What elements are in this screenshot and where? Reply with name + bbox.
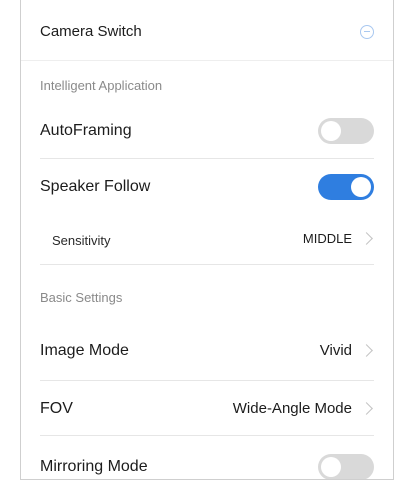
mirroring-mode-row: Mirroring Mode	[21, 446, 393, 479]
divider	[40, 435, 374, 436]
toggle-knob	[321, 457, 341, 477]
divider	[40, 158, 374, 159]
divider	[40, 380, 374, 381]
mirroring-mode-toggle[interactable]	[318, 454, 374, 479]
toggle-knob	[321, 121, 341, 141]
section-title-basic: Basic Settings	[40, 290, 123, 305]
chevron-right-icon	[360, 232, 373, 245]
settings-panel: Camera Switch Intelligent Application Au…	[20, 0, 394, 480]
sensitivity-value: MIDDLE	[302, 231, 352, 246]
camera-switch-row[interactable]: Camera Switch	[21, 14, 393, 48]
image-mode-label: Image Mode	[40, 342, 129, 359]
speaker-follow-row: Speaker Follow	[21, 168, 393, 208]
section-title-intelligent: Intelligent Application	[40, 78, 163, 93]
mirroring-mode-label: Mirroring Mode	[40, 458, 148, 475]
sensitivity-label: Sensitivity	[52, 233, 111, 248]
divider	[40, 264, 374, 265]
chevron-right-icon	[360, 344, 373, 357]
minus-circle-icon[interactable]	[360, 25, 374, 39]
autoframing-label: AutoFraming	[40, 122, 132, 139]
autoframing-row: AutoFraming	[21, 112, 393, 152]
sensitivity-value-group: MIDDLE	[303, 231, 374, 246]
autoframing-toggle[interactable]	[318, 118, 374, 144]
fov-row[interactable]: FOV Wide-Angle Mode	[21, 386, 393, 430]
image-mode-row[interactable]: Image Mode Vivid	[21, 330, 393, 370]
camera-switch-label: Camera Switch	[40, 23, 142, 40]
sensitivity-row[interactable]: Sensitivity MIDDLE	[21, 222, 393, 258]
image-mode-value-group: Vivid	[320, 342, 374, 359]
fov-label: FOV	[40, 400, 73, 417]
speaker-follow-label: Speaker Follow	[40, 178, 151, 195]
fov-value: Wide-Angle Mode	[232, 400, 352, 417]
toggle-knob	[351, 177, 371, 197]
speaker-follow-toggle[interactable]	[318, 174, 374, 200]
image-mode-value: Vivid	[319, 342, 352, 359]
divider	[21, 60, 393, 61]
fov-value-group: Wide-Angle Mode	[233, 400, 374, 417]
chevron-right-icon	[360, 402, 373, 415]
